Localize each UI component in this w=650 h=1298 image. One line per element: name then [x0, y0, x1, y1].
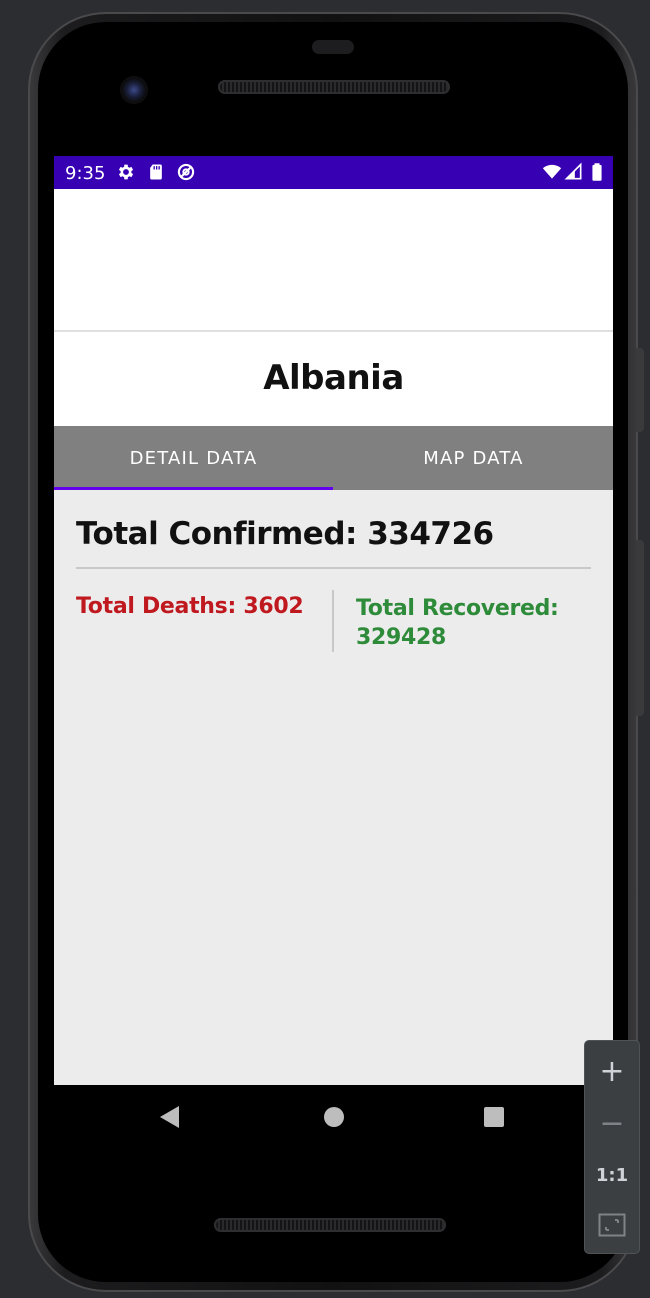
actual-size-button[interactable]: 1:1	[585, 1149, 639, 1201]
emulator-stage: 9:35 Albania DETAIL DATA MAP DATA Total …	[0, 0, 650, 1298]
wifi-icon	[542, 164, 562, 179]
zoom-out-button[interactable]: −	[585, 1097, 639, 1149]
fit-screen-icon	[598, 1213, 626, 1237]
data-saver-icon	[177, 163, 195, 181]
app-toolbar	[54, 189, 613, 332]
zoom-in-button[interactable]: +	[585, 1045, 639, 1097]
cell-signal-icon	[564, 162, 582, 180]
volume-rocker[interactable]	[636, 540, 644, 716]
tab-bar: DETAIL DATA MAP DATA	[54, 426, 613, 490]
vertical-divider	[332, 590, 334, 652]
bottom-speaker-grille	[214, 1218, 446, 1232]
tab-detail-data[interactable]: DETAIL DATA	[54, 426, 333, 490]
horizontal-divider	[76, 567, 591, 569]
total-deaths: Total Deaths: 3602	[76, 594, 304, 619]
front-camera-icon	[120, 76, 148, 104]
detail-card: Total Confirmed: 334726 Total Deaths: 36…	[54, 490, 613, 1085]
nav-home-icon[interactable]	[324, 1107, 344, 1127]
battery-icon	[592, 163, 602, 181]
fit-screen-button[interactable]	[585, 1199, 639, 1251]
total-confirmed: Total Confirmed: 334726	[76, 516, 494, 552]
top-speaker-grille	[218, 80, 450, 94]
nav-recents-icon[interactable]	[484, 1107, 504, 1127]
sd-card-icon	[150, 164, 162, 180]
emulator-zoom-panel: + − 1:1	[585, 1041, 639, 1253]
power-button[interactable]	[636, 348, 644, 432]
app-screen: 9:35 Albania DETAIL DATA MAP DATA Total …	[54, 156, 613, 1085]
status-time: 9:35	[65, 163, 106, 184]
sensor-slot	[312, 40, 354, 54]
tab-map-data[interactable]: MAP DATA	[334, 426, 613, 490]
page-title: Albania	[263, 358, 404, 398]
status-bar: 9:35	[54, 156, 613, 189]
title-header: Albania	[54, 332, 613, 426]
total-recovered: Total Recovered: 329428	[356, 596, 559, 650]
nav-back-icon[interactable]	[160, 1106, 179, 1128]
gear-icon	[118, 164, 134, 180]
